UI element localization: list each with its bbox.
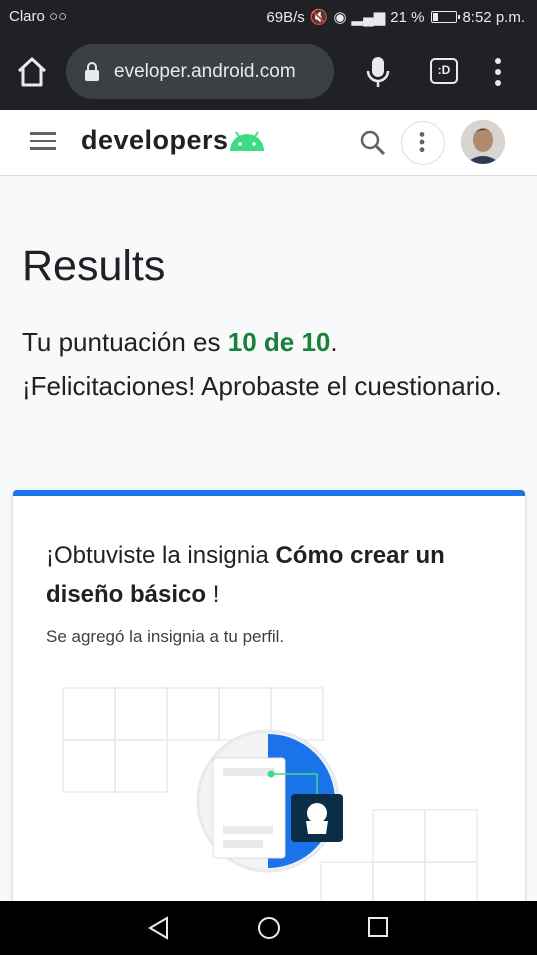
mute-icon: 🔇	[309, 9, 329, 26]
address-bar[interactable]: eveloper.android.com	[66, 44, 334, 99]
eye-icon: ◉	[333, 9, 347, 26]
home-icon[interactable]	[14, 54, 50, 90]
site-header: developers	[0, 110, 537, 176]
battery-icon	[431, 11, 461, 23]
browser-toolbar: eveloper.android.com :D	[0, 34, 537, 110]
hamburger-menu-icon[interactable]	[30, 132, 56, 152]
system-navigation-bar	[0, 901, 537, 955]
badge-heading: ¡Obtuviste la insignia Cómo crear un dis…	[46, 542, 445, 608]
back-icon[interactable]	[146, 915, 172, 941]
lock-icon	[85, 62, 99, 81]
battery-percent: 21 %	[390, 8, 425, 26]
badge-illustration	[62, 687, 478, 910]
page-title: Results	[22, 242, 166, 290]
url-text: eveloper.android.com	[114, 61, 296, 82]
android-logo-icon	[230, 131, 264, 151]
clock: 8:52 p.m.	[462, 8, 525, 26]
microphone-icon[interactable]	[364, 54, 392, 90]
home-circle-icon[interactable]	[256, 915, 282, 941]
more-vert-icon	[419, 132, 425, 153]
score-value: 10 de 10	[227, 327, 331, 357]
carrier-label: Claro ○○	[9, 8, 68, 25]
status-bar: Claro ○○ 69B/s 🔇 ◉ ▂▄▆ 21 % 8:52 p.m.	[0, 0, 537, 34]
tab-switcher-button[interactable]: :D	[430, 58, 458, 84]
net-speed: 69B/s	[266, 8, 305, 26]
site-logo-text[interactable]: developers	[81, 125, 229, 156]
avatar[interactable]	[461, 120, 505, 164]
voicemail-icon: ○○	[49, 8, 68, 25]
more-options-button[interactable]	[401, 121, 445, 165]
overflow-menu-icon[interactable]	[488, 56, 508, 88]
recent-apps-icon[interactable]	[366, 915, 390, 939]
signal-icon: ▂▄▆	[351, 9, 386, 26]
score-message: Tu puntuación es 10 de 10. ¡Felicitacion…	[22, 327, 502, 401]
badge-card: ¡Obtuviste la insignia Cómo crear un dis…	[13, 490, 525, 910]
search-icon[interactable]	[359, 129, 387, 157]
badge-subtitle: Se agregó la insignia a tu perfil.	[46, 627, 285, 646]
